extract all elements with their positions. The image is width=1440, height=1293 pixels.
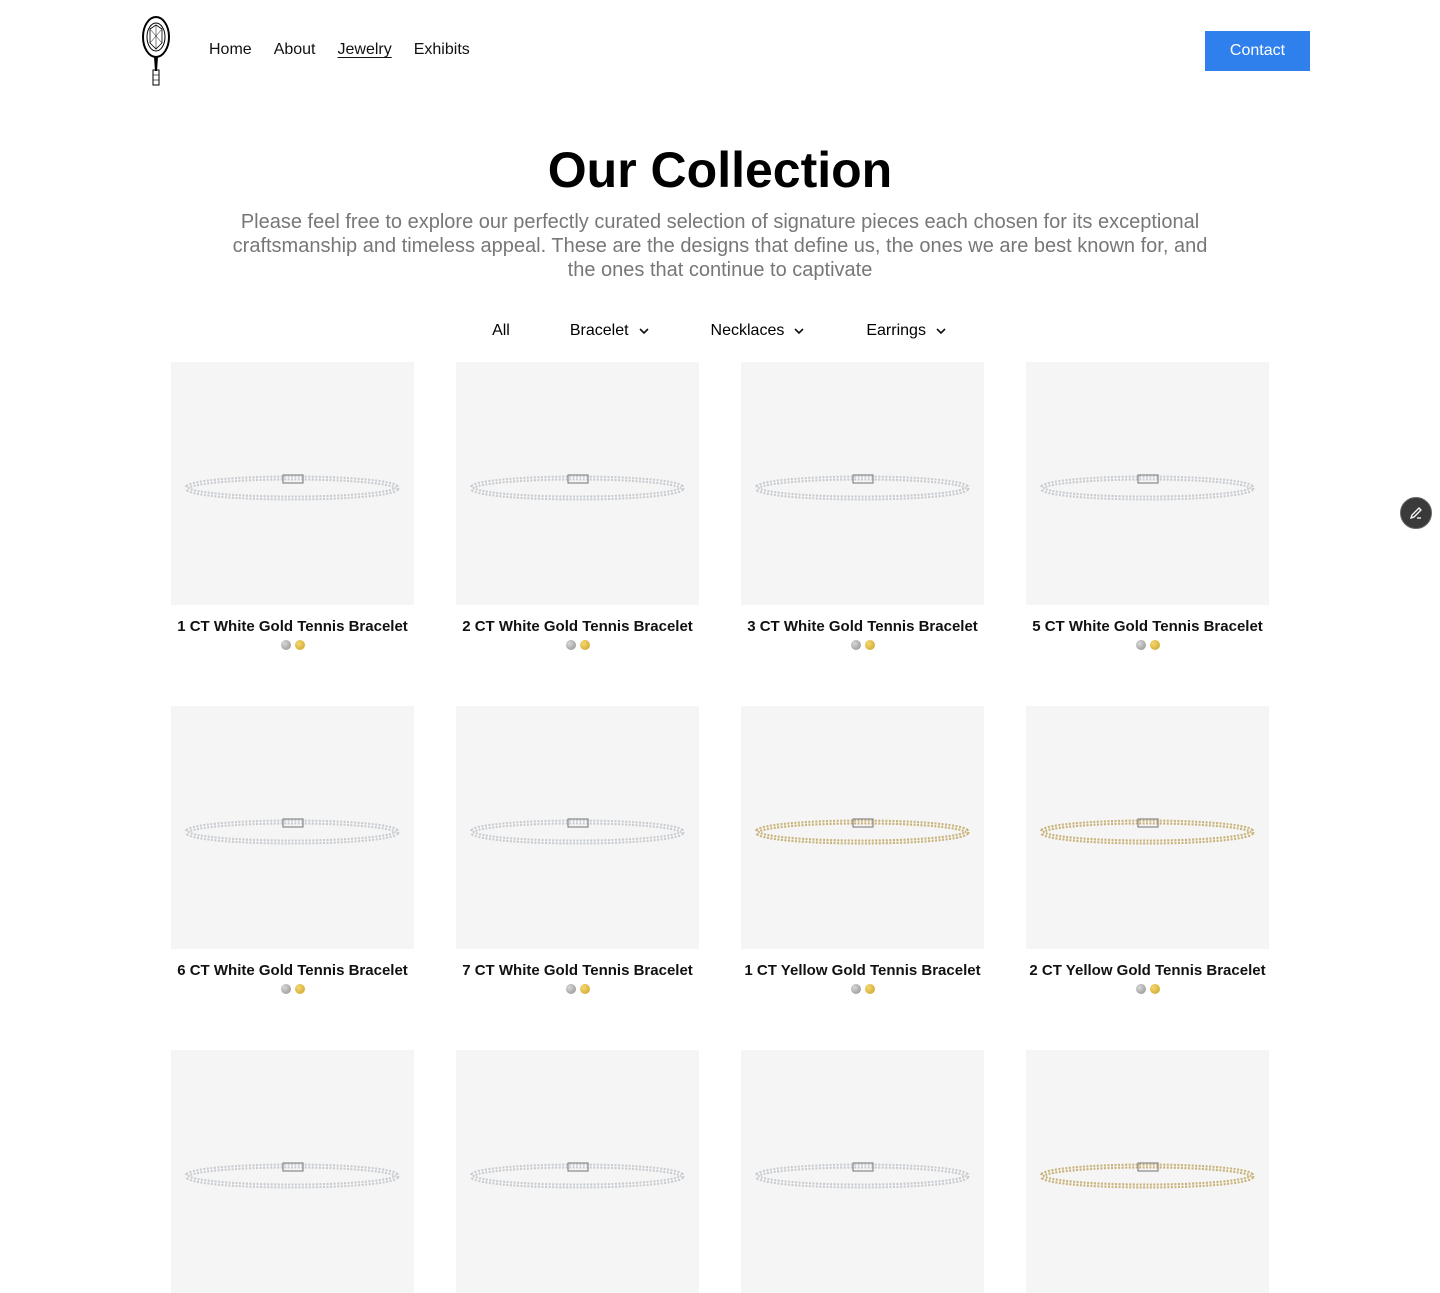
product-image[interactable]	[456, 706, 699, 949]
color-swatches	[171, 640, 414, 650]
edit-fab-button[interactable]	[1400, 497, 1432, 529]
product-image[interactable]	[171, 706, 414, 949]
product-card[interactable]: 3 CT White Gold Tennis Bracelet	[741, 362, 984, 650]
product-card[interactable]: 1 CT Yellow Gold Tennis Bracelet	[741, 706, 984, 994]
filter-label: Bracelet	[569, 322, 629, 339]
product-card[interactable]	[741, 1050, 984, 1293]
product-name[interactable]: 7 CT White Gold Tennis Bracelet	[436, 962, 719, 980]
gold-swatch[interactable]	[294, 640, 305, 650]
contact-button[interactable]: Contact	[1205, 31, 1310, 71]
nav-link-about[interactable]: About	[274, 38, 316, 62]
product-grid: 1 CT White Gold Tennis Bracelet 2 CT Whit…	[171, 362, 1269, 1293]
color-swatches	[171, 984, 414, 994]
color-swatches	[1026, 640, 1269, 650]
filter-bracelet[interactable]: Bracelet	[570, 318, 651, 344]
product-image[interactable]	[456, 362, 699, 605]
chevron-down-icon	[936, 328, 946, 335]
gold-swatch[interactable]	[579, 640, 590, 650]
product-card[interactable]: 6 CT White Gold Tennis Bracelet	[171, 706, 414, 994]
product-name[interactable]: 6 CT White Gold Tennis Bracelet	[151, 962, 434, 980]
gold-swatch[interactable]	[1149, 640, 1160, 650]
filter-label: All	[492, 322, 510, 339]
gold-swatch[interactable]	[864, 984, 875, 994]
product-image[interactable]	[1026, 1050, 1269, 1293]
product-image[interactable]	[741, 362, 984, 605]
product-card[interactable]: 2 CT Yellow Gold Tennis Bracelet	[1026, 706, 1269, 994]
silver-swatch[interactable]	[280, 640, 291, 650]
silver-swatch[interactable]	[850, 984, 861, 994]
filter-necklaces[interactable]: Necklaces	[711, 318, 807, 344]
product-card[interactable]: 7 CT White Gold Tennis Bracelet	[456, 706, 699, 994]
nav-link-home[interactable]: Home	[209, 38, 252, 62]
chevron-down-icon	[638, 328, 649, 335]
category-filters: All Bracelet Necklaces Earrings	[0, 318, 1440, 344]
filter-earrings[interactable]: Earrings	[866, 318, 948, 344]
color-swatches	[456, 984, 699, 994]
filter-label: Earrings	[866, 322, 926, 339]
nav-links: Home About Jewelry Exhibits	[209, 38, 470, 62]
color-swatches	[1026, 984, 1269, 994]
product-card[interactable]	[456, 1050, 699, 1293]
product-image[interactable]	[171, 362, 414, 605]
gold-swatch[interactable]	[864, 640, 875, 650]
product-card[interactable]	[1026, 1050, 1269, 1293]
color-swatches	[741, 640, 984, 650]
chevron-down-icon	[794, 328, 804, 335]
product-image[interactable]	[1026, 706, 1269, 949]
gold-swatch[interactable]	[294, 984, 305, 994]
silver-swatch[interactable]	[1135, 984, 1146, 994]
product-card[interactable]: 1 CT White Gold Tennis Bracelet	[171, 362, 414, 650]
gold-swatch[interactable]	[579, 984, 590, 994]
filter-label: Necklaces	[710, 322, 785, 339]
silver-swatch[interactable]	[565, 640, 576, 650]
page-subtitle: Please feel free to explore our perfectl…	[232, 211, 1208, 281]
product-image[interactable]	[456, 1050, 699, 1293]
nav-link-exhibits[interactable]: Exhibits	[414, 38, 470, 62]
product-image[interactable]	[1026, 362, 1269, 605]
product-card[interactable]	[171, 1050, 414, 1293]
product-name[interactable]: 2 CT Yellow Gold Tennis Bracelet	[1006, 962, 1289, 980]
product-card[interactable]: 2 CT White Gold Tennis Bracelet	[456, 362, 699, 650]
silver-swatch[interactable]	[1135, 640, 1146, 650]
top-navbar: Home About Jewelry Exhibits Contact	[0, 0, 1440, 100]
brand-logo-icon[interactable]	[140, 15, 172, 87]
product-name[interactable]: 5 CT White Gold Tennis Bracelet	[1006, 618, 1289, 636]
product-name[interactable]: 1 CT Yellow Gold Tennis Bracelet	[721, 962, 1004, 980]
product-name[interactable]: 1 CT White Gold Tennis Bracelet	[151, 618, 434, 636]
silver-swatch[interactable]	[565, 984, 576, 994]
product-image[interactable]	[741, 706, 984, 949]
silver-swatch[interactable]	[850, 640, 861, 650]
product-image[interactable]	[171, 1050, 414, 1293]
product-card[interactable]: 5 CT White Gold Tennis Bracelet	[1026, 362, 1269, 650]
silver-swatch[interactable]	[280, 984, 291, 994]
product-name[interactable]: 2 CT White Gold Tennis Bracelet	[436, 618, 719, 636]
nav-link-jewelry[interactable]: Jewelry	[338, 38, 392, 62]
color-swatches	[456, 640, 699, 650]
product-image[interactable]	[741, 1050, 984, 1293]
pencil-icon	[1409, 507, 1422, 520]
filter-all[interactable]: All	[492, 318, 510, 344]
page-title: Our Collection	[547, 142, 893, 198]
gold-swatch[interactable]	[1149, 984, 1160, 994]
color-swatches	[741, 984, 984, 994]
product-name[interactable]: 3 CT White Gold Tennis Bracelet	[721, 618, 1004, 636]
